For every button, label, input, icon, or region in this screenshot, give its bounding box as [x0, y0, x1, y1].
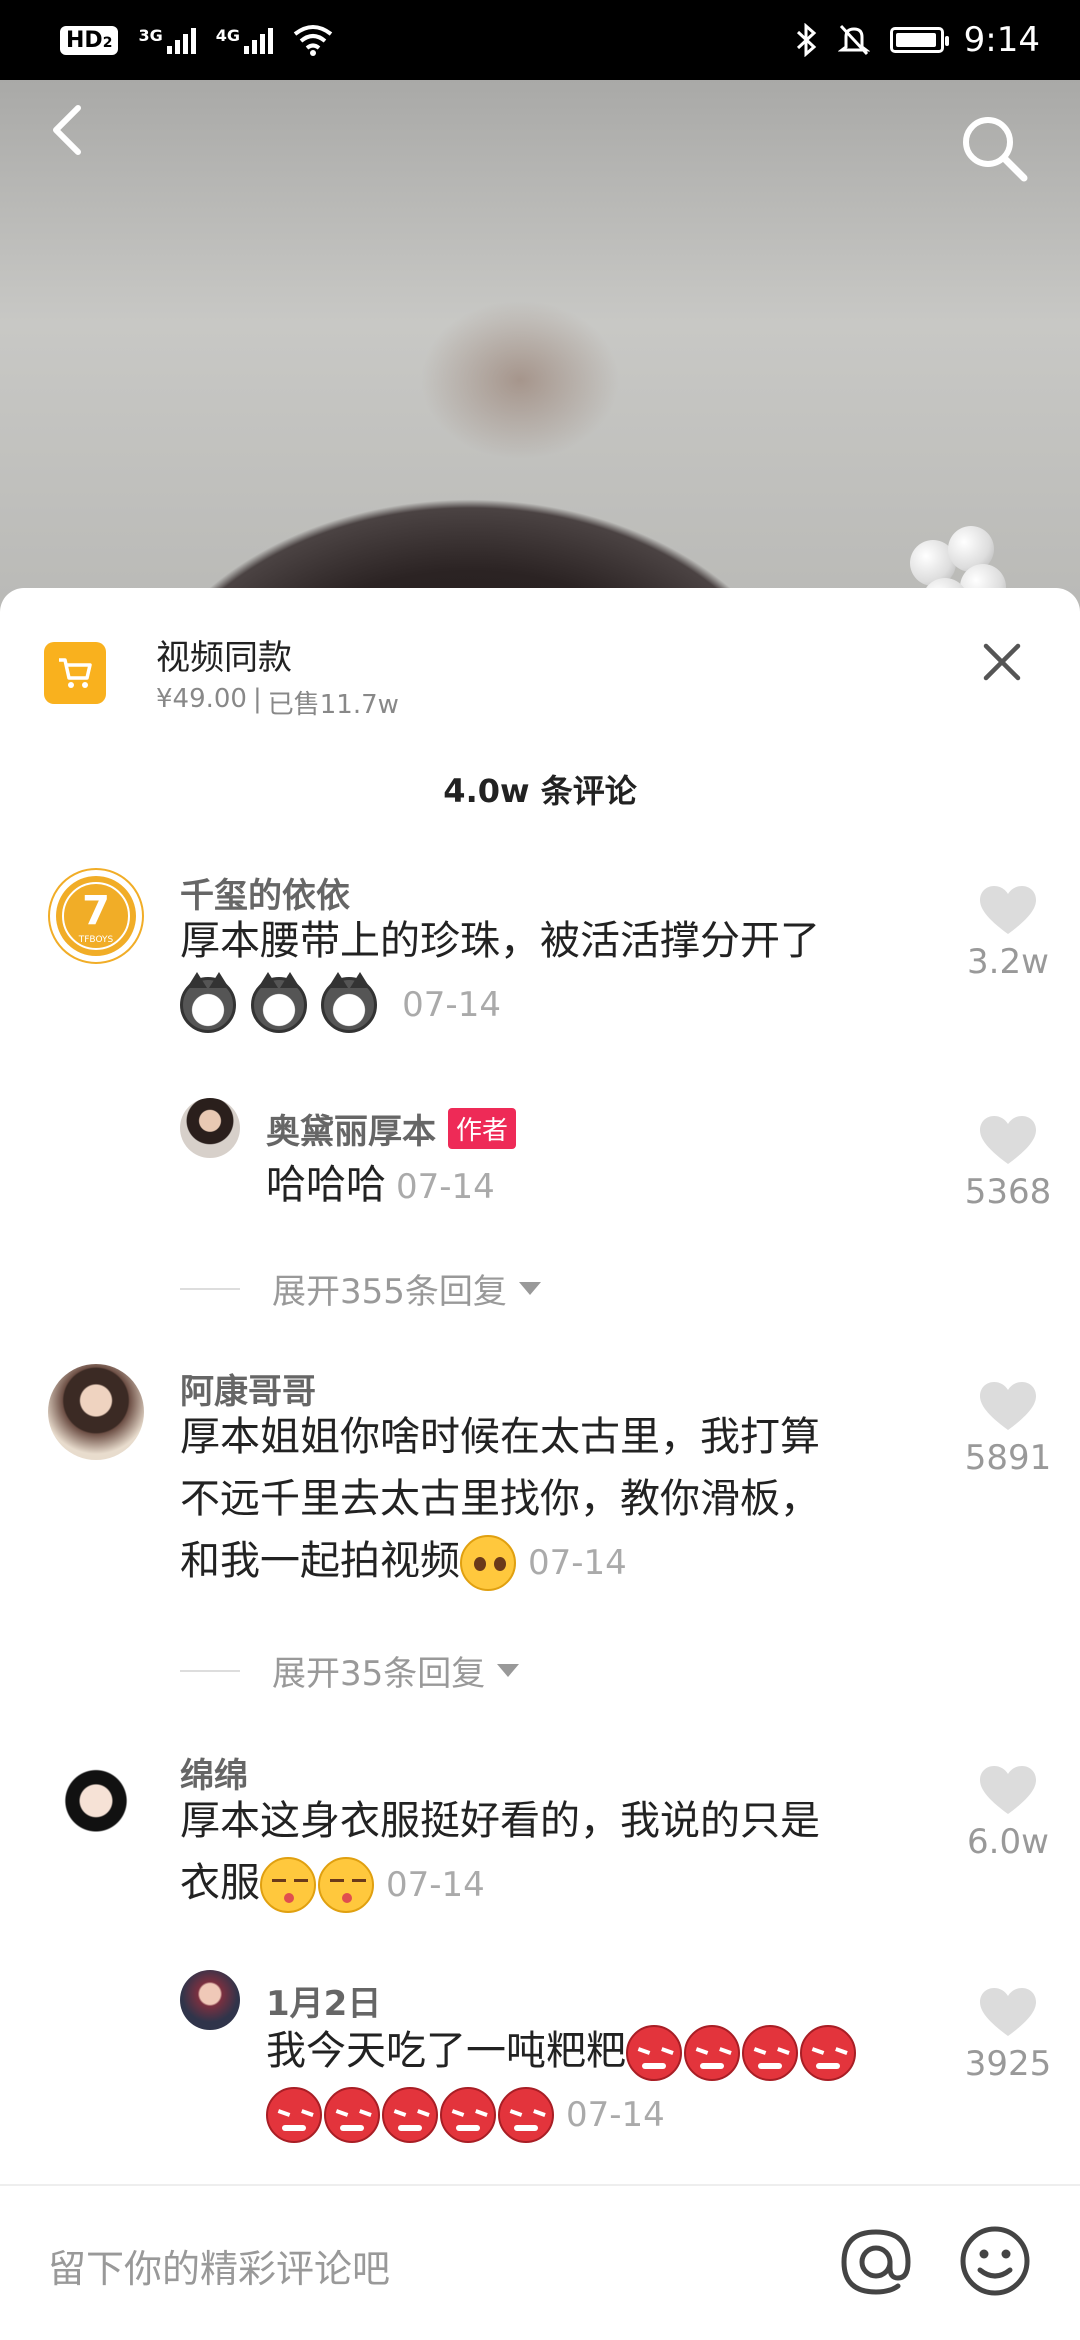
like-button[interactable]: 3.2w	[960, 886, 1056, 982]
husky-emoji	[321, 972, 378, 1033]
shopping-cart-icon	[44, 642, 106, 704]
angry-emoji	[742, 2025, 798, 2081]
video-preview[interactable]	[0, 80, 1080, 620]
angry-emoji	[684, 2025, 740, 2081]
comment-date: 07-14	[566, 2095, 665, 2135]
svg-text:7: 7	[82, 888, 110, 934]
pleading-emoji	[460, 1535, 516, 1591]
at-mention-icon[interactable]	[838, 2224, 914, 2300]
husky-emoji	[180, 972, 236, 1033]
angry-emoji	[324, 2087, 380, 2143]
like-button[interactable]: 5891	[960, 1382, 1056, 1478]
avatar[interactable]	[48, 1364, 144, 1460]
like-button[interactable]: 6.0w	[960, 1766, 1056, 1862]
mute-bell-icon	[837, 24, 870, 56]
comment-date: 07-14	[386, 1865, 485, 1905]
like-count: 5891	[964, 1438, 1052, 1478]
status-bar: HD2 3G 4G 9:14	[0, 0, 1080, 80]
status-left: HD2 3G 4G	[60, 24, 333, 56]
product-separator: |	[252, 684, 262, 714]
heart-icon	[980, 886, 1036, 934]
battery-icon	[889, 27, 949, 53]
angry-emoji	[626, 2025, 682, 2081]
product-sold-count: 已售11.7w	[267, 690, 399, 720]
comment-count: 4.0w 条评论	[443, 772, 637, 810]
husky-emoji	[250, 972, 307, 1033]
hd-badge: HD2	[60, 25, 119, 55]
comment-text: 厚本这身衣服挺好看的，我说的只是 衣服 07-14	[180, 1790, 920, 1916]
reply-username[interactable]: 奥黛丽厚本 作者	[266, 1104, 517, 1153]
comment-input-bar: 留下你的精彩评论吧	[0, 2184, 1080, 2340]
expand-replies[interactable]: 展开35条回复	[180, 1646, 520, 1695]
reply-text: 我今天吃了一吨粑粑 07-14	[266, 2020, 926, 2146]
video-hair-highlight	[420, 300, 620, 460]
close-icon[interactable]	[978, 638, 1026, 686]
angry-emoji	[498, 2087, 554, 2143]
like-button[interactable]: 5368	[960, 1116, 1056, 1212]
product-price: ¥49.00	[156, 684, 247, 714]
like-button[interactable]: 3925	[960, 1988, 1056, 2084]
emoji-icon[interactable]	[958, 2224, 1032, 2298]
kiss-emoji	[260, 1857, 316, 1913]
comment-input[interactable]: 留下你的精彩评论吧	[48, 2238, 390, 2293]
divider-line	[180, 1287, 240, 1290]
avatar[interactable]: 7 TFBOYS	[48, 868, 144, 964]
like-count: 6.0w	[967, 1822, 1049, 1862]
back-arrow-icon[interactable]	[40, 100, 100, 160]
comment-text: 厚本腰带上的珍珠，被活活撑分开了 07-14	[180, 910, 920, 1036]
search-icon[interactable]	[958, 112, 1030, 184]
angry-emoji	[266, 2087, 322, 2143]
comment-sheet: 视频同款 ¥49.00 | 已售11.7w 4.0w 条评论 7 TFBOYS …	[0, 588, 1080, 2340]
expand-replies[interactable]: 展开355条回复	[180, 1264, 541, 1313]
comment-date: 07-14	[396, 1167, 495, 1207]
divider-line	[180, 1669, 240, 1672]
chevron-down-icon	[518, 1282, 541, 1295]
angry-emoji	[800, 2025, 856, 2081]
author-badge: 作者	[448, 1108, 517, 1149]
like-count: 3.2w	[967, 942, 1049, 982]
wifi-icon	[293, 25, 333, 56]
like-count: 3925	[964, 2044, 1052, 2084]
heart-icon	[980, 1988, 1036, 2036]
heart-icon	[980, 1116, 1036, 1164]
comment-date: 07-14	[402, 985, 501, 1025]
product-meta: ¥49.00 | 已售11.7w	[156, 684, 399, 721]
avatar[interactable]	[180, 1098, 240, 1158]
like-count: 5368	[964, 1172, 1052, 1212]
product-title: 视频同款	[156, 638, 292, 678]
heart-icon	[980, 1382, 1036, 1430]
svg-text:TFBOYS: TFBOYS	[78, 935, 114, 945]
sim2-signal-icon: 4G	[216, 26, 273, 54]
chevron-down-icon	[497, 1664, 520, 1677]
clock: 9:14	[963, 20, 1040, 60]
kiss-emoji	[318, 1857, 374, 1913]
reply-username[interactable]: 1月2日	[266, 1976, 381, 2025]
product-card[interactable]: 视频同款 ¥49.00 | 已售11.7w	[0, 588, 1080, 738]
angry-emoji	[382, 2087, 438, 2143]
comment-date: 07-14	[528, 1543, 627, 1583]
reply-text: 哈哈哈 07-14	[266, 1162, 495, 1208]
avatar[interactable]	[180, 1970, 240, 2030]
bluetooth-icon	[796, 23, 816, 57]
heart-icon	[980, 1766, 1036, 1814]
angry-emoji	[440, 2087, 496, 2143]
status-right: 9:14	[794, 20, 1040, 60]
comment-text: 厚本姐姐你啥时候在太古里，我打算 不远千里去太古里找你，教你滑板， 和我一起拍视…	[180, 1406, 920, 1594]
sim1-signal-icon: 3G	[138, 26, 196, 54]
avatar[interactable]	[48, 1748, 144, 1844]
